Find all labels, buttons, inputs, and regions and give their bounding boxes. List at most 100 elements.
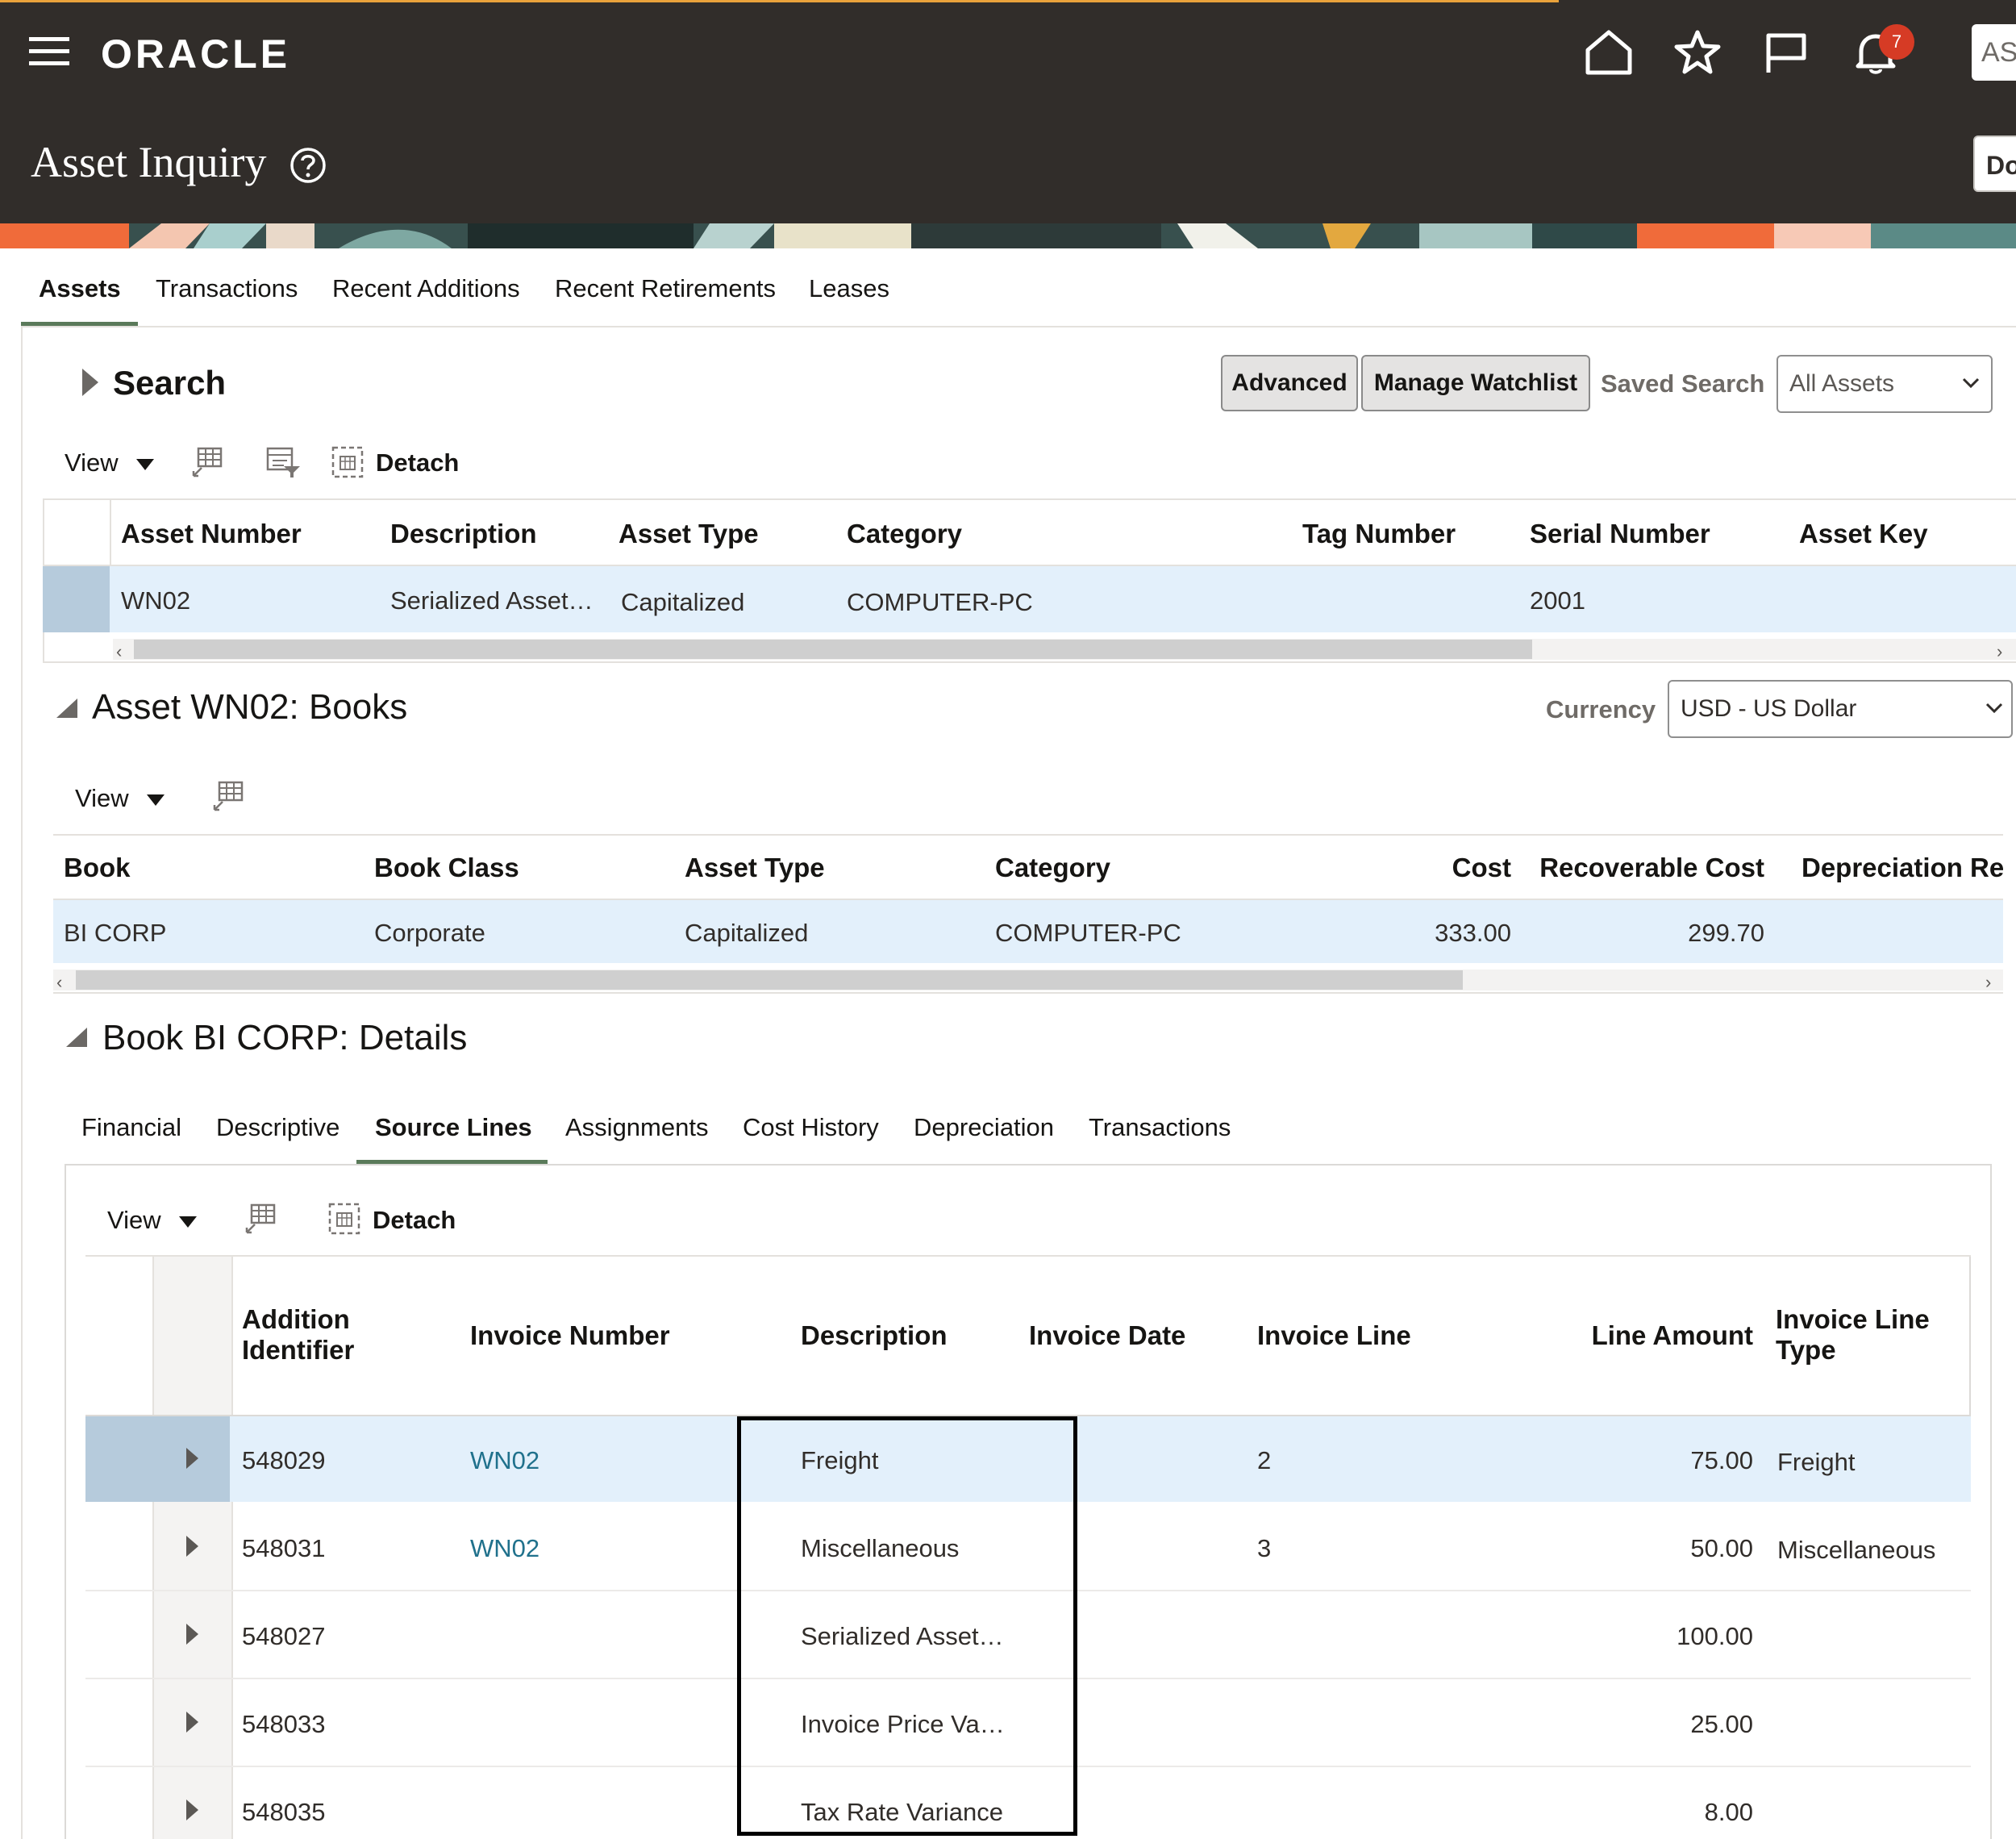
books-section-title[interactable]: Asset WN02: Books <box>92 687 407 728</box>
tab-recent-additions[interactable]: Recent Additions <box>332 274 520 303</box>
source-lines-freeze-columns-icon[interactable] <box>244 1202 277 1240</box>
subtab-financial[interactable]: Financial <box>81 1113 181 1142</box>
subtab-cost-history[interactable]: Cost History <box>743 1113 879 1142</box>
col-header-description[interactable]: Description <box>801 1320 948 1351</box>
books-scroll-thumb[interactable] <box>76 970 1463 990</box>
row-expand-icon[interactable] <box>186 1712 198 1733</box>
col-header-invoice-number[interactable]: Invoice Number <box>470 1320 670 1351</box>
col-header-serial-number[interactable]: Serial Number <box>1530 519 1710 549</box>
manage-watchlist-button[interactable]: Manage Watchlist <box>1361 355 1590 411</box>
subtab-depreciation[interactable]: Depreciation <box>914 1113 1054 1142</box>
row-expand-icon[interactable] <box>186 1799 198 1820</box>
tab-assets[interactable]: Assets <box>39 274 121 303</box>
assets-scroll-thumb[interactable] <box>134 640 1532 659</box>
details-section-title[interactable]: Book BI CORP: Details <box>102 1018 467 1058</box>
menu-icon[interactable] <box>29 37 69 66</box>
currency-select[interactable]: USD - US Dollar <box>1668 680 2013 738</box>
saved-search-select[interactable]: All Assets <box>1776 355 1993 413</box>
search-expand-icon[interactable] <box>82 369 98 396</box>
done-button[interactable]: Do <box>1973 136 2016 192</box>
subtab-descriptive[interactable]: Descriptive <box>216 1113 339 1142</box>
scroll-right-icon[interactable]: › <box>1997 641 2002 662</box>
books-view-menu[interactable]: View <box>75 784 165 813</box>
line-amount-cell: 100.00 <box>1677 1622 1753 1650</box>
invoice-line-cell: 2 <box>1257 1446 1272 1474</box>
chevron-down-icon <box>1962 377 1980 389</box>
tab-transactions[interactable]: Transactions <box>156 274 298 303</box>
favorites-star-icon[interactable] <box>1673 29 1722 80</box>
scroll-right-icon[interactable]: › <box>1985 972 1991 993</box>
scroll-left-icon[interactable]: ‹ <box>116 641 122 662</box>
col-header-book-category[interactable]: Category <box>995 853 1110 883</box>
tab-recent-retirements[interactable]: Recent Retirements <box>555 274 776 303</box>
description-column-highlight <box>737 1416 1077 1836</box>
caret-down-icon <box>147 794 165 806</box>
row-selector[interactable] <box>43 566 110 632</box>
col-header-book[interactable]: Book <box>64 853 131 883</box>
col-header-depreciation-reserve[interactable]: Depreciation Re <box>1801 853 2003 883</box>
col-header-line-amount[interactable]: Line Amount <box>1532 1320 1753 1351</box>
col-header-invoice-line-type[interactable]: Invoice Line Type <box>1776 1304 1961 1366</box>
addition-identifier-cell: 548027 <box>242 1622 326 1650</box>
col-header-addition-identifier[interactable]: Addition Identifier <box>242 1304 419 1366</box>
col-header-asset-type[interactable]: Asset Type <box>619 519 759 549</box>
assets-table-bottom-border <box>43 661 2016 663</box>
saved-search-label: Saved Search <box>1601 369 1765 398</box>
content-left-border <box>21 326 23 1839</box>
book-category-cell: COMPUTER-PC <box>995 919 1181 947</box>
books-freeze-columns-icon[interactable] <box>211 779 245 817</box>
col-header-asset-key[interactable]: Asset Key <box>1799 519 1928 549</box>
row-expand-icon[interactable] <box>186 1536 198 1557</box>
caret-down-icon <box>136 458 155 470</box>
source-lines-detach-icon[interactable] <box>327 1202 361 1240</box>
book-recoverable-cost-cell: 299.70 <box>1688 919 1764 947</box>
invoice-number-link[interactable]: WN02 <box>470 1534 539 1563</box>
banner-pattern-icon <box>0 223 2016 248</box>
user-avatar-button[interactable]: AS <box>1972 24 2016 81</box>
col-header-category[interactable]: Category <box>847 519 962 549</box>
detach-button[interactable]: Detach <box>376 448 459 477</box>
invoice-number-link[interactable]: WN02 <box>470 1446 539 1475</box>
subtab-transactions[interactable]: Transactions <box>1089 1113 1231 1142</box>
books-collapse-icon[interactable] <box>55 697 79 724</box>
oracle-logo[interactable]: ORACLE <box>101 31 290 77</box>
assets-table-top-border <box>43 498 2016 500</box>
caret-down-icon <box>179 1216 198 1228</box>
search-title[interactable]: Search <box>113 364 226 402</box>
col-header-cost[interactable]: Cost <box>1371 853 1511 883</box>
advanced-search-button[interactable]: Advanced <box>1221 355 1358 411</box>
col-header-tag-number[interactable]: Tag Number <box>1302 519 1456 549</box>
query-by-example-icon[interactable] <box>266 445 302 483</box>
col-header-invoice-date[interactable]: Invoice Date <box>1029 1320 1185 1351</box>
source-lines-detach-button[interactable]: Detach <box>373 1206 456 1235</box>
detach-icon[interactable] <box>331 445 364 483</box>
col-header-asset-number[interactable]: Asset Number <box>121 519 302 549</box>
subtab-assignments[interactable]: Assignments <box>565 1113 708 1142</box>
tabs-divider <box>21 326 2016 327</box>
scroll-left-icon[interactable]: ‹ <box>56 972 62 993</box>
help-icon[interactable] <box>289 146 327 189</box>
books-table-top-border <box>53 834 2003 836</box>
row-expand-icon[interactable] <box>186 1624 198 1645</box>
freeze-columns-icon[interactable] <box>190 445 224 483</box>
row-selector[interactable] <box>85 1416 230 1502</box>
view-menu[interactable]: View <box>65 448 155 477</box>
addition-identifier-cell: 548031 <box>242 1534 326 1562</box>
details-collapse-icon[interactable] <box>65 1026 89 1053</box>
books-table-bottom-border <box>53 992 2003 994</box>
col-header-invoice-line[interactable]: Invoice Line <box>1257 1320 1411 1351</box>
col-header-description[interactable]: Description <box>390 519 537 549</box>
flag-icon[interactable] <box>1764 31 1809 80</box>
addition-identifier-cell: 548029 <box>242 1446 326 1474</box>
col-header-book-class[interactable]: Book Class <box>374 853 519 883</box>
chevron-down-icon <box>1985 703 2003 714</box>
source-lines-view-menu[interactable]: View <box>107 1206 198 1235</box>
tab-leases[interactable]: Leases <box>809 274 889 303</box>
row-expand-icon[interactable] <box>186 1448 198 1469</box>
col-header-book-asset-type[interactable]: Asset Type <box>685 853 825 883</box>
subtab-source-lines[interactable]: Source Lines <box>375 1113 532 1142</box>
page-title: Asset Inquiry <box>31 138 267 186</box>
home-icon[interactable] <box>1585 29 1633 80</box>
col-header-recoverable-cost[interactable]: Recoverable Cost <box>1532 853 1764 883</box>
book-cell: BI CORP <box>64 919 167 947</box>
